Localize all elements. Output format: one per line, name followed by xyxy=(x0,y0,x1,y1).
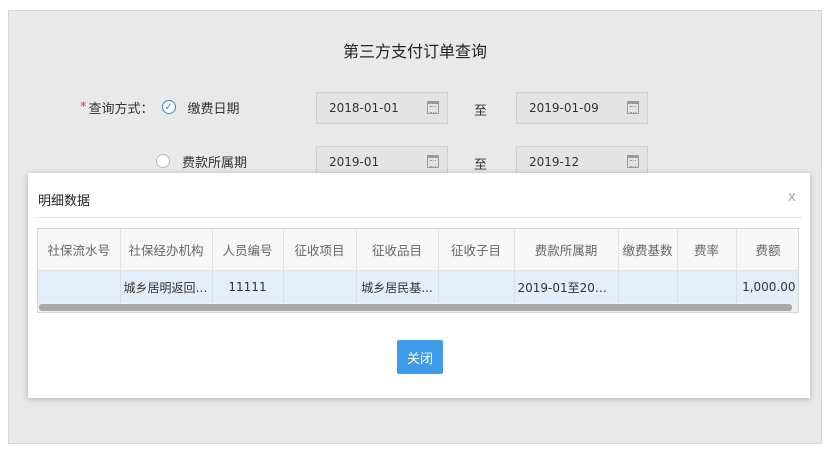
calendar-icon[interactable] xyxy=(627,101,639,114)
column-header[interactable]: 人员编号 xyxy=(212,229,284,271)
column-header[interactable]: 费额 xyxy=(736,229,798,271)
table-cell xyxy=(618,270,678,304)
period-mode-row: 费款所属期 xyxy=(156,146,247,176)
range-separator: 至 xyxy=(474,104,488,119)
start-date-value: 2018-01-01 xyxy=(329,101,399,115)
table-cell xyxy=(38,270,121,304)
calendar-icon[interactable] xyxy=(627,155,639,168)
table-cell xyxy=(677,270,737,304)
table-cell: 2019-01至2019-... xyxy=(514,270,619,304)
payment-date-option-label[interactable]: 缴费日期 xyxy=(188,98,240,117)
start-period-value: 2019-01 xyxy=(329,155,380,169)
scrollbar-thumb[interactable] xyxy=(39,304,792,311)
table-header-row: 社保流水号 社保经办机构 人员编号 征收项目 征收品目 征收子目 费款所属期 缴… xyxy=(38,229,798,271)
column-header[interactable]: 征收品目 xyxy=(356,229,439,271)
divider xyxy=(36,217,802,218)
column-header[interactable]: 征收子目 xyxy=(438,229,515,271)
column-header[interactable]: 社保经办机构 xyxy=(120,229,213,271)
calendar-icon[interactable] xyxy=(427,155,439,168)
table-row[interactable]: 城乡居明返回信... 11111 城乡居民基... 2019-01至2019-.… xyxy=(38,270,798,304)
column-header[interactable]: 缴费基数 xyxy=(618,229,678,271)
radio-payment-date[interactable]: ✓ xyxy=(161,100,176,114)
column-header[interactable]: 费率 xyxy=(677,229,737,271)
required-mark: * xyxy=(80,99,87,115)
detail-table: 社保流水号 社保经办机构 人员编号 征收项目 征收品目 征收子目 费款所属期 缴… xyxy=(37,228,799,313)
detail-modal: 明细数据 x 社保流水号 社保经办机构 人员编号 征收项目 征收品目 征收子目 … xyxy=(28,173,810,398)
end-date-value: 2019-01-09 xyxy=(529,101,599,115)
table-cell xyxy=(438,270,515,304)
page-title: 第三方支付订单查询 xyxy=(342,42,487,61)
table-cell: 城乡居明返回信... xyxy=(120,270,213,304)
table-cell: 11111 xyxy=(212,270,284,304)
column-header[interactable]: 费款所属期 xyxy=(514,229,619,271)
column-header[interactable]: 社保流水号 xyxy=(38,229,121,271)
range-separator: 至 xyxy=(474,158,488,173)
column-header[interactable]: 征收项目 xyxy=(283,229,357,271)
start-date-input[interactable]: 2018-01-01 xyxy=(316,92,448,124)
horizontal-scrollbar[interactable] xyxy=(38,303,798,312)
query-mode-row: * 查询方式： ✓ 缴费日期 xyxy=(80,92,240,122)
close-button[interactable]: 关闭 xyxy=(397,340,443,374)
table-cell: 1,000.00 xyxy=(736,270,798,304)
radio-fee-period[interactable] xyxy=(156,154,170,168)
end-period-value: 2019-12 xyxy=(529,155,580,169)
query-mode-label: 查询方式： xyxy=(88,101,154,117)
end-date-input[interactable]: 2019-01-09 xyxy=(516,92,648,124)
table-cell xyxy=(283,270,357,304)
modal-title: 明细数据 xyxy=(38,194,91,209)
calendar-icon[interactable] xyxy=(427,101,439,114)
fee-period-option-label[interactable]: 费款所属期 xyxy=(182,152,247,171)
table-cell: 城乡居民基... xyxy=(356,270,439,304)
close-icon[interactable]: x xyxy=(788,189,796,205)
